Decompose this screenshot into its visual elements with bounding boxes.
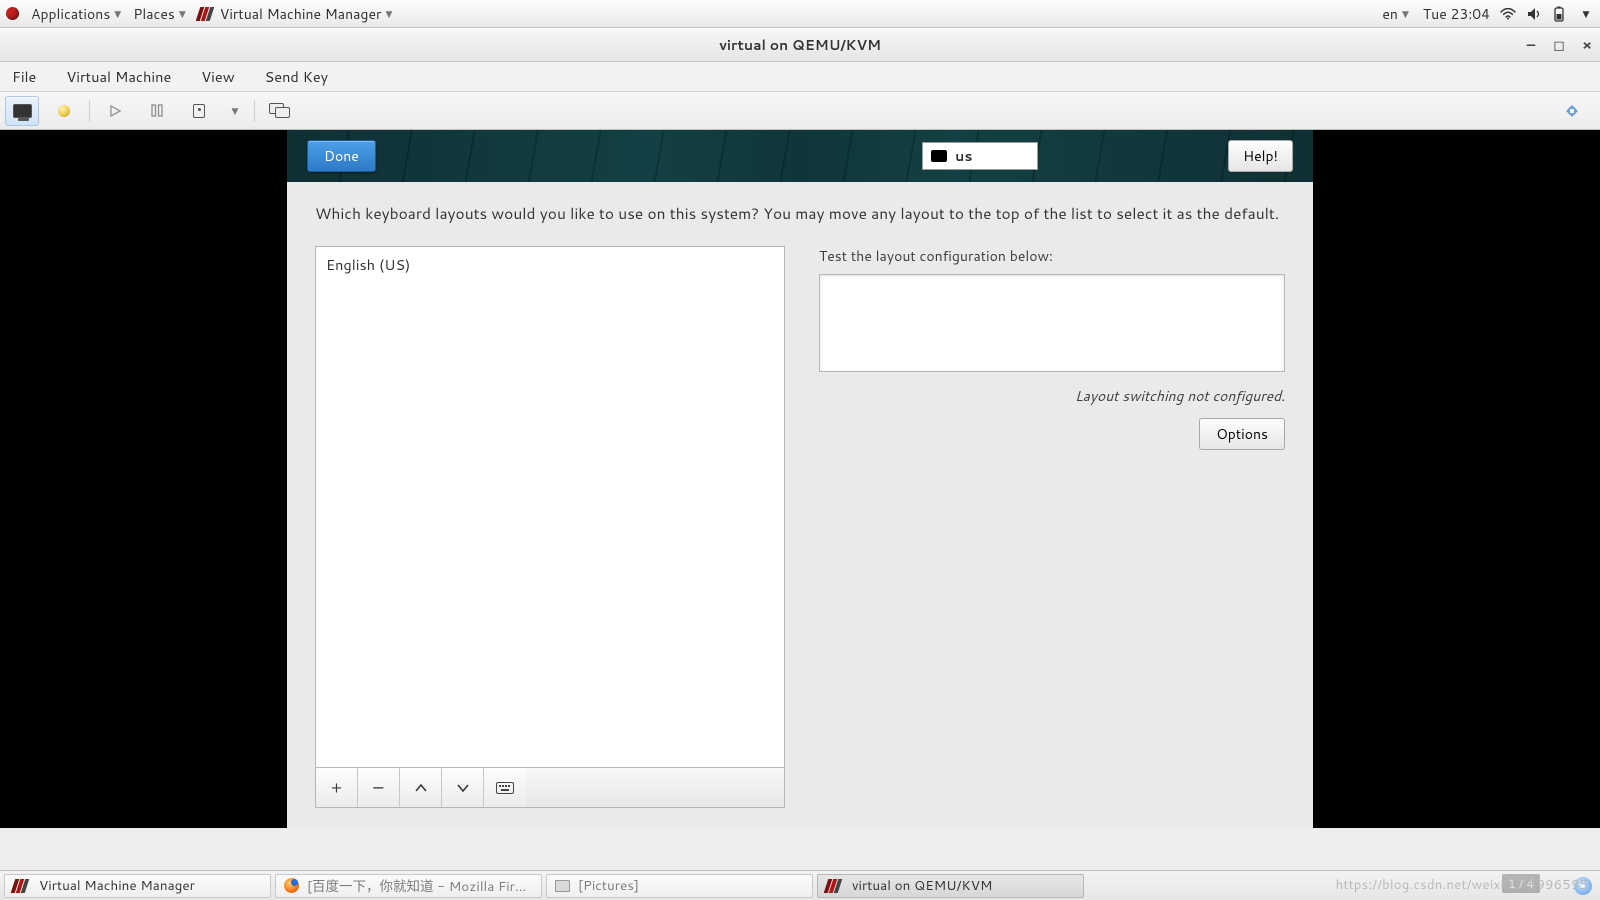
details-view-button[interactable] xyxy=(47,96,81,126)
keyboard-icon xyxy=(496,782,514,794)
chevron-down-icon: ▼ xyxy=(232,104,239,117)
move-up-button[interactable] xyxy=(400,768,442,807)
chevron-up-icon xyxy=(414,783,428,793)
lightbulb-icon xyxy=(58,105,70,117)
menu-virtual-machine[interactable]: Virtual Machine xyxy=(60,63,177,90)
firefox-icon xyxy=(284,878,299,893)
keyboard-layout-list[interactable]: English (US) xyxy=(315,246,785,768)
places-label: Places xyxy=(133,4,175,24)
menu-send-key[interactable]: Send Key xyxy=(259,63,334,90)
menu-file[interactable]: File xyxy=(6,63,42,90)
lang-label: en xyxy=(1382,4,1398,24)
accessibility-icon[interactable]: ✶ xyxy=(1574,877,1592,895)
folder-icon xyxy=(555,880,570,892)
chevron-down-icon: ▼ xyxy=(385,7,392,20)
pause-icon xyxy=(151,104,163,117)
done-button[interactable]: Done xyxy=(307,140,376,172)
vmm-icon xyxy=(826,879,844,893)
task-label: Virtual Machine Manager xyxy=(39,876,195,895)
keyboard-prompt: Which keyboard layouts would you like to… xyxy=(315,202,1285,224)
taskbar-item-firefox[interactable]: [百度一下，你就知道 - Mozilla Fir... xyxy=(275,874,542,898)
test-layout-input[interactable] xyxy=(819,274,1285,372)
gnome-top-panel: Applications ▼ Places ▼ Virtual Machine Ma… xyxy=(0,0,1600,28)
task-label: [Pictures] xyxy=(578,876,639,895)
remove-layout-button[interactable]: − xyxy=(358,768,400,807)
taskbar-item-vmm[interactable]: Virtual Machine Manager xyxy=(4,874,271,898)
battery-icon[interactable] xyxy=(1552,6,1568,22)
vmm-icon xyxy=(198,7,216,21)
distro-icon xyxy=(6,7,19,20)
chevron-down-icon: ▼ xyxy=(114,7,121,20)
dual-monitor-icon xyxy=(269,103,291,119)
options-button[interactable]: Options xyxy=(1199,418,1285,450)
vmm-menubar: File Virtual Machine View Send Key xyxy=(0,62,1600,92)
console-view-button[interactable] xyxy=(5,96,39,126)
help-button[interactable]: Help! xyxy=(1228,140,1293,172)
applications-label: Applications xyxy=(31,4,110,24)
anaconda-installer: Done us Help! Which keyboard layouts wou… xyxy=(287,130,1313,828)
run-button[interactable] xyxy=(98,96,132,126)
close-button[interactable]: × xyxy=(1580,35,1594,55)
maximize-button[interactable]: ◻ xyxy=(1552,35,1566,55)
guest-display-area: Done us Help! Which keyboard layouts wou… xyxy=(0,130,1600,828)
applications-menu[interactable]: Applications ▼ xyxy=(27,2,125,26)
vmm-app-label: Virtual Machine Manager xyxy=(220,4,382,24)
fullscreen-button[interactable] xyxy=(1555,96,1589,126)
chevron-down-icon: ▼ xyxy=(1402,7,1409,20)
wifi-icon[interactable] xyxy=(1500,8,1516,20)
keyboard-indicator[interactable]: us xyxy=(922,142,1038,170)
volume-icon[interactable] xyxy=(1526,7,1542,21)
task-label: [百度一下，你就知道 - Mozilla Fir... xyxy=(307,875,526,896)
chevron-down-icon xyxy=(456,783,470,793)
toolbar-separator xyxy=(254,100,255,122)
minus-icon: − xyxy=(372,776,385,799)
taskbar-item-pictures[interactable]: [Pictures] xyxy=(546,874,813,898)
window-titlebar[interactable]: virtual on QEMU/KVM – ◻ × xyxy=(0,28,1600,62)
test-layout-label: Test the layout configuration below: xyxy=(819,246,1285,266)
chevron-down-icon: ▼ xyxy=(179,7,186,20)
monitor-icon xyxy=(13,104,32,118)
system-menu-chevron-icon[interactable]: ▼ xyxy=(1578,7,1594,20)
page-indicator: 1 / 4 xyxy=(1502,874,1540,893)
snapshots-button[interactable] xyxy=(263,96,297,126)
preview-layout-button[interactable] xyxy=(484,768,526,807)
toolbar-separator xyxy=(89,100,90,122)
play-icon xyxy=(108,104,122,118)
switching-note: Layout switching not configured. xyxy=(819,386,1285,406)
move-arrows-icon xyxy=(1563,102,1581,120)
anaconda-header: Done us Help! xyxy=(287,130,1313,182)
phone-icon xyxy=(193,104,205,118)
layout-toolbar: + − xyxy=(315,768,785,808)
vmm-icon xyxy=(13,879,31,893)
plus-icon: + xyxy=(331,776,342,799)
add-layout-button[interactable]: + xyxy=(316,768,358,807)
taskbar-item-virtual[interactable]: virtual on QEMU/KVM xyxy=(817,874,1084,898)
shutdown-button[interactable] xyxy=(182,96,216,126)
layout-item[interactable]: English (US) xyxy=(326,254,774,275)
gnome-taskbar: Virtual Machine Manager [百度一下，你就知道 - Moz… xyxy=(0,870,1600,900)
task-label: virtual on QEMU/KVM xyxy=(852,876,992,895)
move-down-button[interactable] xyxy=(442,768,484,807)
window-title: virtual on QEMU/KVM xyxy=(719,35,881,55)
anaconda-body: Which keyboard layouts would you like to… xyxy=(287,182,1313,828)
input-lang-indicator[interactable]: en ▼ xyxy=(1378,2,1413,26)
menu-view[interactable]: View xyxy=(195,63,240,90)
clock-label: Tue 23:04 xyxy=(1423,4,1490,24)
shutdown-menu-button[interactable]: ▼ xyxy=(224,96,246,126)
pause-button[interactable] xyxy=(140,96,174,126)
vmm-toolbar: ▼ xyxy=(0,92,1600,130)
keyboard-indicator-label: us xyxy=(955,146,972,166)
places-menu[interactable]: Places ▼ xyxy=(129,2,190,26)
vmm-app-menu[interactable]: Virtual Machine Manager▼ xyxy=(194,2,397,26)
minimize-button[interactable]: – xyxy=(1524,35,1538,55)
